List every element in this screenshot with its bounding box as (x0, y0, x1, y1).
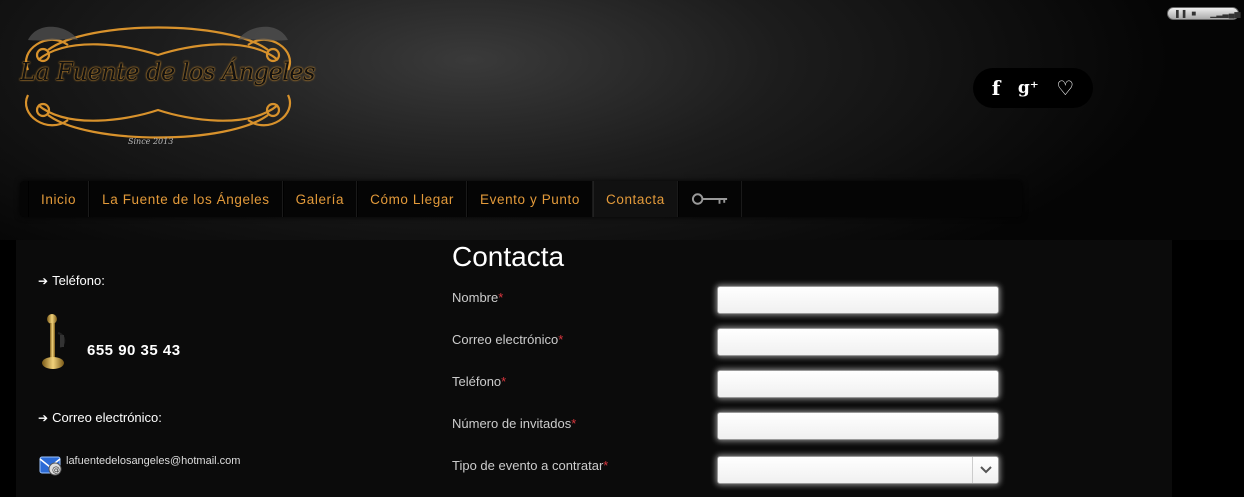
logo-text: La Fuente de los Ángeles (20, 58, 315, 86)
field-label-invitados: Número de invitados* (452, 416, 576, 431)
arrow-right-icon: ➔ (38, 410, 49, 425)
email-link[interactable]: lafuentedelosangeles@hotmail.com (66, 455, 240, 467)
phone-label: Teléfono: (52, 273, 105, 288)
required-mark: * (498, 290, 504, 305)
logo-since: Since 2013 (128, 137, 174, 146)
field-label-tipo-evento: Tipo de evento a contratar* (452, 458, 608, 473)
main-nav: Inicio La Fuente de los Ángeles Galería … (20, 181, 1022, 217)
heart-icon[interactable]: ♡ (1056, 76, 1074, 100)
label-text: Nombre (452, 290, 499, 305)
required-mark: * (501, 374, 507, 389)
field-label-nombre: Nombre* (452, 290, 503, 305)
required-mark: * (603, 458, 609, 473)
phone-input[interactable] (717, 370, 999, 398)
nav-item-como-llegar[interactable]: Cómo Llegar (357, 181, 468, 217)
nav-item-login[interactable] (677, 181, 742, 217)
stop-icon[interactable]: ■ (1191, 9, 1196, 18)
arrow-right-icon: ➔ (38, 273, 49, 288)
email-label: Correo electrónico: (52, 410, 162, 425)
label-text: Número de invitados (452, 416, 572, 431)
facebook-icon[interactable]: f (992, 76, 1001, 100)
telephone-icon (42, 314, 66, 369)
volume-icon[interactable]: ▁▂▃▄▅ (1210, 9, 1240, 18)
google-plus-icon[interactable]: g⁺ (1018, 78, 1039, 98)
phone-heading: ➔ Teléfono: (38, 273, 105, 288)
form-title: Contacta (452, 241, 565, 272)
event-type-select[interactable] (717, 456, 999, 484)
nav-item-inicio[interactable]: Inicio (28, 181, 90, 217)
chevron-down-icon[interactable] (972, 457, 998, 483)
envelope-icon: @ (39, 456, 62, 476)
music-player[interactable]: ❚❚ ■ ▁▂▃▄▅ (1167, 7, 1241, 20)
svg-text:@: @ (52, 465, 60, 474)
nav-item-contacta[interactable]: Contacta (592, 181, 678, 217)
email-input[interactable] (717, 328, 999, 356)
nav-item-galeria[interactable]: Galería (282, 181, 358, 217)
required-mark: * (571, 416, 577, 431)
field-label-correo: Correo electrónico* (452, 332, 563, 347)
nombre-input[interactable] (717, 286, 999, 314)
social-links: f g⁺ ♡ (973, 68, 1093, 108)
label-text: Correo electrónico (452, 332, 559, 347)
nav-item-evento-y-punto[interactable]: Evento y Punto (467, 181, 593, 217)
key-icon (691, 193, 727, 205)
phone-number: 655 90 35 43 (87, 342, 181, 359)
label-text: Tipo de evento a contratar (452, 458, 604, 473)
pause-icon[interactable]: ❚❚ (1174, 9, 1187, 18)
label-text: Teléfono (452, 374, 502, 389)
required-mark: * (558, 332, 564, 347)
nav-item-la-fuente[interactable]: La Fuente de los Ángeles (89, 181, 283, 217)
email-heading: ➔ Correo electrónico: (38, 410, 162, 425)
guests-input[interactable] (717, 412, 999, 440)
field-label-telefono: Teléfono* (452, 374, 506, 389)
